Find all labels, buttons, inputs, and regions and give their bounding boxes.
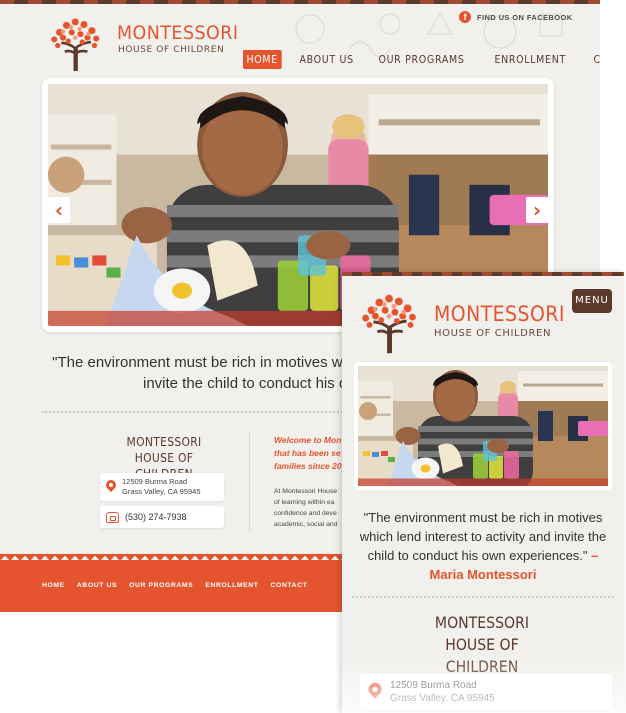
welcome-body: At Montessori House of learning within e… <box>274 486 344 530</box>
phone-number: (530) 274-7938 <box>125 512 187 522</box>
mobile-classroom-photo <box>358 366 608 486</box>
column-divider <box>249 432 250 532</box>
body-line1: At Montessori House <box>274 488 338 495</box>
tree-logo-icon[interactable] <box>42 12 112 72</box>
mobile-top-stripe <box>342 272 624 276</box>
address-line2: Grass Valley, CA 95945 <box>122 487 201 496</box>
mobile-brand-subtitle: HOUSE OF CHILDREN <box>434 328 552 339</box>
footer-link-our-programs[interactable]: OUR PROGRAMS <box>129 582 193 589</box>
facebook-icon: f <box>459 11 471 23</box>
mobile-quote: "The environment must be rich in motives… <box>352 508 614 584</box>
footer-link-contact[interactable]: CONTACT <box>271 582 308 589</box>
mobile-quote-text: "The environment must be rich in motives… <box>359 510 607 563</box>
slider-next-button[interactable]: › <box>526 197 548 223</box>
main-nav: HOME ABOUT US OUR PROGRAMS ENROLLMENT CO… <box>243 50 600 69</box>
mobile-divider <box>352 596 614 598</box>
mobile-mockup: MONTESSORI HOUSE OF CHILDREN MENU "The e… <box>342 272 624 713</box>
mobile-hero-slider <box>354 362 612 490</box>
body-line4: academic, social and <box>274 521 338 528</box>
mobile-fade-overlay <box>342 652 624 713</box>
footer-link-home[interactable]: HOME <box>42 582 65 589</box>
footer-nav: HOME ABOUT US OUR PROGRAMS ENROLLMENT CO… <box>42 582 307 589</box>
slider-prev-button[interactable]: ‹ <box>48 197 70 223</box>
mobile-contact-name-line1: MONTESSORI <box>434 613 530 632</box>
phone-box[interactable]: (530) 274-7938 <box>100 506 224 528</box>
brand-subtitle: HOUSE OF CHILDREN <box>118 45 225 55</box>
mobile-menu-button[interactable]: MENU <box>572 289 612 313</box>
facebook-label: FIND US ON FACEBOOK <box>477 12 573 22</box>
address-text: 12509 Burma Road Grass Valley, CA 95945 <box>122 477 201 497</box>
body-line3: confidence and deve <box>274 510 337 517</box>
body-line2: of learning within ea <box>274 499 335 506</box>
brand-title: MONTESSORI <box>117 22 239 44</box>
mobile-brand-title: MONTESSORI <box>434 302 565 326</box>
address-line1: 12509 Burma Road <box>122 477 188 486</box>
facebook-link[interactable]: f FIND US ON FACEBOOK <box>459 11 573 23</box>
contact-name-line1: MONTESSORI <box>126 435 202 449</box>
footer-link-about-us[interactable]: ABOUT US <box>77 582 117 589</box>
address-box[interactable]: 12509 Burma Road Grass Valley, CA 95945 <box>100 473 224 501</box>
nav-about-us[interactable]: ABOUT US <box>296 50 357 69</box>
nav-home[interactable]: HOME <box>243 50 282 69</box>
nav-our-programs[interactable]: OUR PROGRAMS <box>375 50 468 69</box>
map-pin-icon <box>106 480 116 494</box>
footer-link-enrollment[interactable]: ENROLLMENT <box>205 582 258 589</box>
phone-icon <box>106 511 119 523</box>
nav-contact[interactable]: CONTACT <box>590 50 600 69</box>
mobile-tree-logo-icon[interactable] <box>352 288 430 354</box>
nav-enrollment[interactable]: ENROLLMENT <box>491 50 569 69</box>
